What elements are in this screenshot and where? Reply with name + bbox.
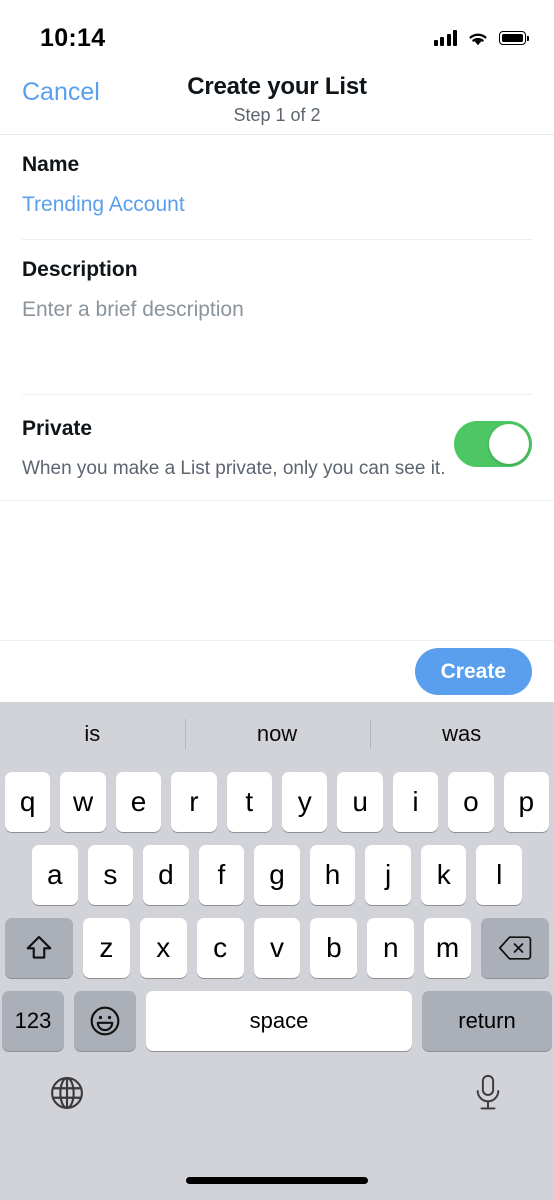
- toggle-knob: [489, 424, 529, 464]
- numbers-key[interactable]: 123: [2, 991, 64, 1051]
- microphone-icon[interactable]: [470, 1073, 506, 1118]
- suggestion-item[interactable]: now: [185, 721, 370, 747]
- private-label: Private: [22, 417, 93, 440]
- key-a[interactable]: a: [31, 845, 78, 905]
- suggestion-divider: [185, 719, 186, 749]
- description-input-area[interactable]: [22, 322, 532, 394]
- private-text-group: Private When you make a List private, on…: [22, 417, 446, 480]
- navbar-titles: Create your List Step 1 of 2: [0, 73, 554, 126]
- key-d[interactable]: d: [143, 845, 189, 905]
- globe-language-icon[interactable]: [48, 1074, 86, 1117]
- name-label: Name: [22, 153, 80, 176]
- status-indicators: [433, 30, 529, 47]
- key-t[interactable]: t: [226, 772, 272, 832]
- wifi-icon: [469, 33, 487, 45]
- on-screen-keyboard: is now was q w e r t y u i o p a s d f g…: [0, 702, 554, 1200]
- private-setting-row: Private When you make a List private, on…: [0, 395, 554, 500]
- key-l[interactable]: l: [476, 845, 523, 905]
- key-q[interactable]: q: [4, 772, 51, 832]
- divider-under-private: [0, 500, 554, 501]
- key-u[interactable]: u: [337, 772, 383, 832]
- name-field-group: Name Trending Account: [0, 135, 554, 217]
- battery-full-icon: [499, 31, 529, 45]
- keyboard-row-2: a s d f g h j k l: [0, 832, 554, 905]
- backspace-delete-icon[interactable]: [481, 918, 550, 978]
- navigation-bar: Cancel Create your List Step 1 of 2: [0, 62, 554, 135]
- key-n[interactable]: n: [367, 918, 415, 978]
- page-title: Create your List: [187, 73, 367, 100]
- key-v[interactable]: v: [253, 918, 301, 978]
- suggestion-item[interactable]: was: [369, 721, 554, 747]
- key-w[interactable]: w: [60, 772, 106, 832]
- key-o[interactable]: o: [448, 772, 494, 832]
- key-j[interactable]: j: [365, 845, 411, 905]
- description-input[interactable]: Enter a brief description: [22, 282, 532, 322]
- keyboard-row-3: z x c v b n m: [0, 905, 554, 978]
- key-f[interactable]: f: [198, 845, 245, 905]
- status-bar: 10:14: [0, 0, 554, 62]
- keyboard-row-1: q w e r t y u i o p: [0, 766, 554, 832]
- suggestion-item[interactable]: is: [0, 721, 185, 747]
- key-c[interactable]: c: [196, 918, 244, 978]
- autocomplete-suggestion-bar: is now was: [0, 702, 554, 766]
- key-y[interactable]: y: [282, 772, 328, 832]
- shift-arrow-icon[interactable]: [5, 918, 73, 978]
- status-time: 10:14: [40, 23, 106, 52]
- private-toggle-switch[interactable]: [454, 421, 532, 467]
- phone-screen: 10:14 Cancel Create your List Step 1 of …: [0, 0, 554, 1200]
- space-key[interactable]: space: [146, 991, 412, 1051]
- cellular-signal-icon: [433, 30, 457, 46]
- key-z[interactable]: z: [83, 918, 130, 978]
- key-e[interactable]: e: [115, 772, 162, 832]
- key-x[interactable]: x: [139, 918, 187, 978]
- name-input[interactable]: Trending Account: [22, 177, 532, 217]
- key-p[interactable]: p: [503, 772, 550, 832]
- emoji-smiley-icon[interactable]: [74, 991, 136, 1051]
- description-field-group: Description Enter a brief description: [0, 240, 554, 394]
- step-indicator: Step 1 of 2: [233, 105, 321, 125]
- private-description: When you make a List private, only you c…: [22, 458, 446, 479]
- key-k[interactable]: k: [420, 845, 467, 905]
- description-label: Description: [22, 258, 138, 281]
- key-h[interactable]: h: [309, 845, 356, 905]
- suggestion-divider: [370, 719, 371, 749]
- key-s[interactable]: s: [87, 845, 134, 905]
- return-key[interactable]: return: [422, 991, 552, 1051]
- key-m[interactable]: m: [424, 918, 472, 978]
- keyboard-bottom-bar: [0, 1051, 554, 1118]
- action-bar: Create: [0, 640, 554, 702]
- key-r[interactable]: r: [171, 772, 217, 832]
- create-button[interactable]: Create: [414, 648, 532, 695]
- keyboard-row-4: 123 space return: [0, 978, 554, 1051]
- key-g[interactable]: g: [254, 845, 300, 905]
- key-i[interactable]: i: [392, 772, 439, 832]
- home-indicator: [186, 1177, 368, 1184]
- key-b[interactable]: b: [310, 918, 358, 978]
